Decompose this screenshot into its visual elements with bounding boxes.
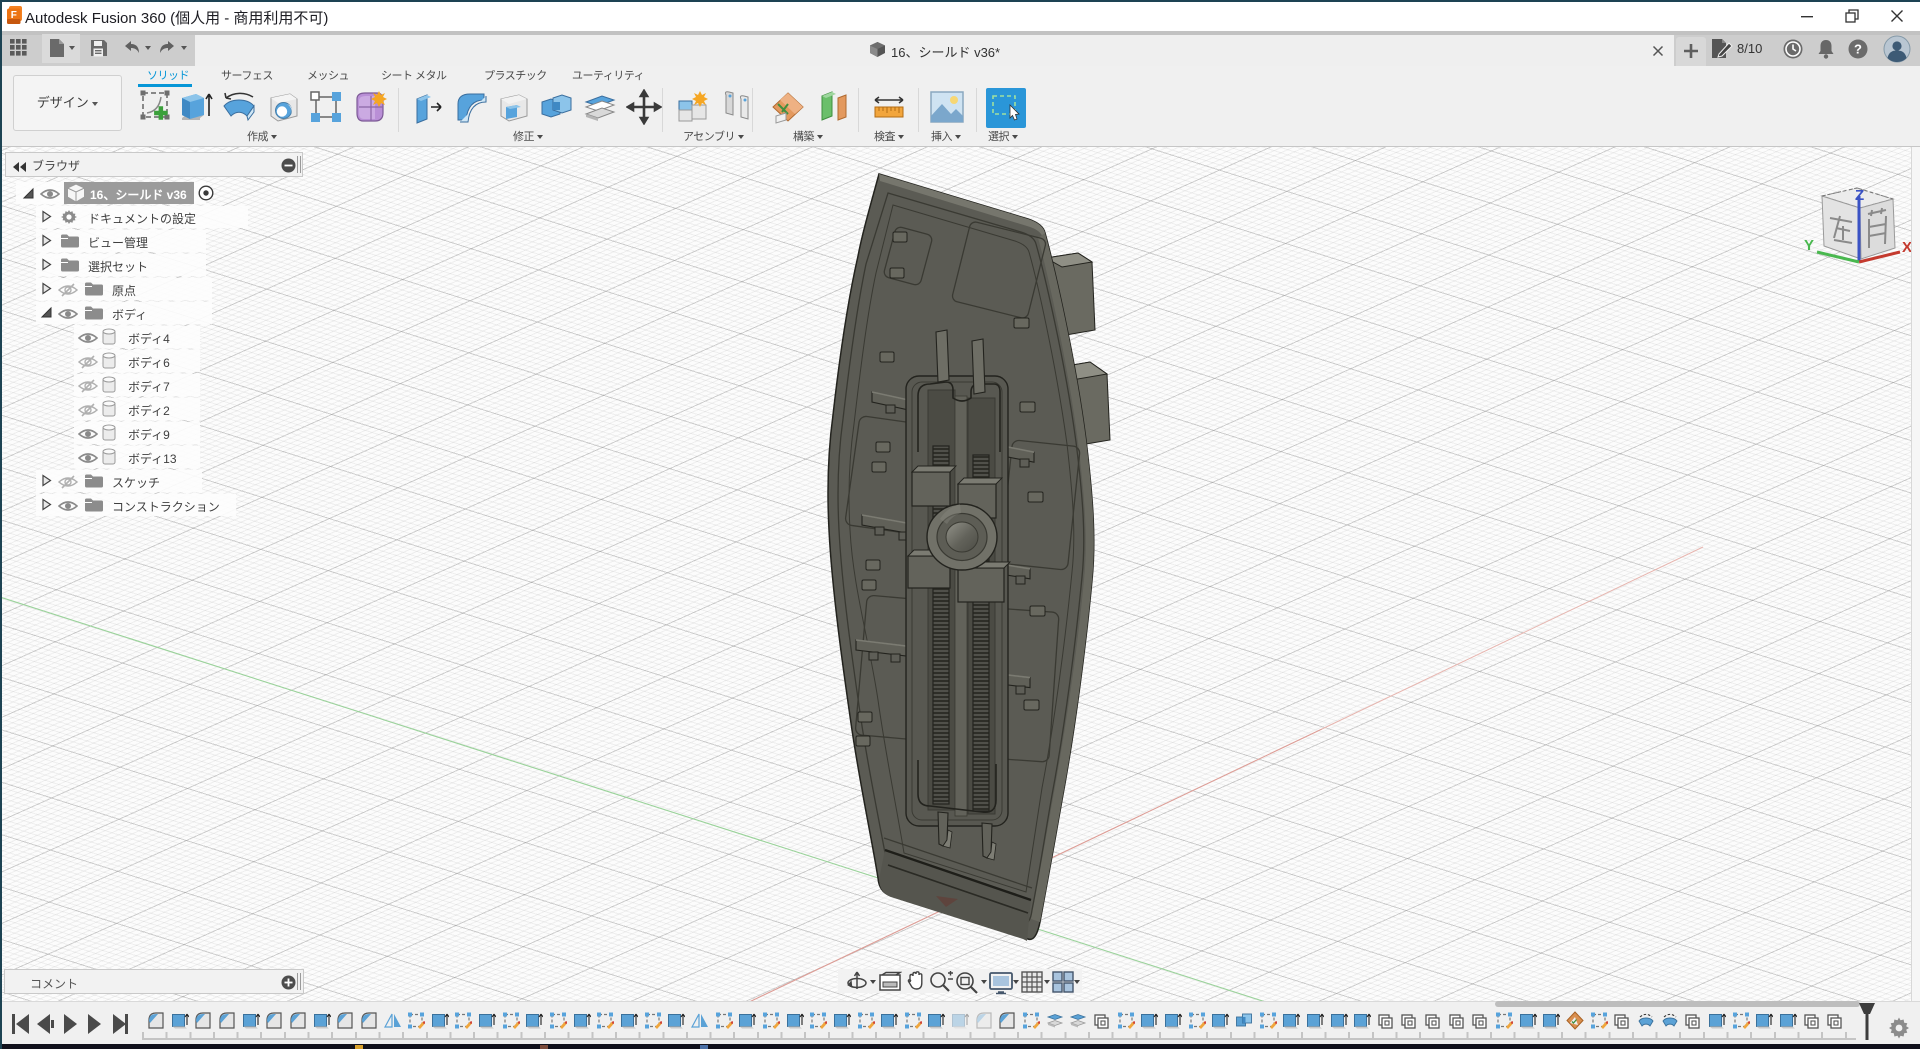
svg-text:F: F: [11, 10, 17, 21]
svg-text:Y: Y: [1804, 237, 1814, 254]
svg-text:Z: Z: [1855, 187, 1864, 204]
svg-text:?: ?: [1854, 42, 1862, 57]
